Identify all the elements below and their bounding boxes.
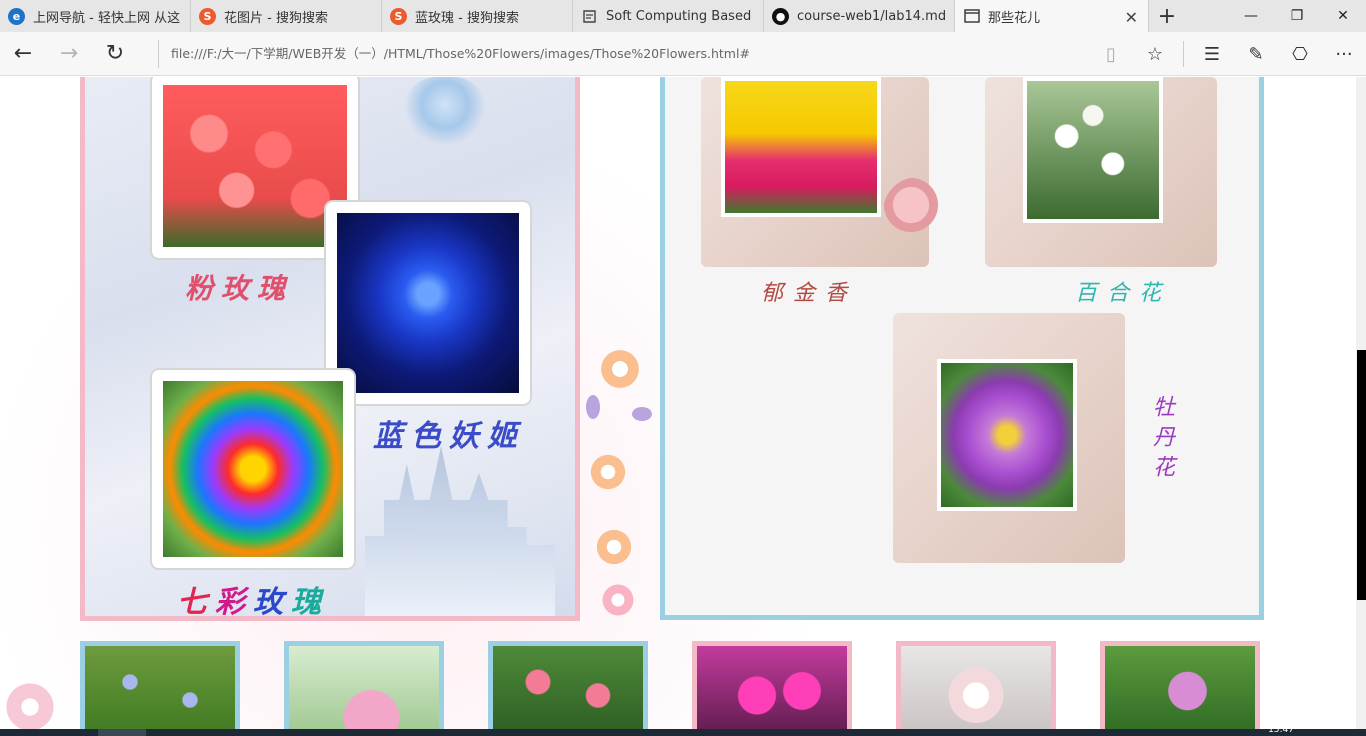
tab-those-flowers[interactable]: 那些花儿 ✕ — [955, 0, 1149, 32]
left-rose-panel: 粉玫瑰 蓝色妖姬 七彩玫瑰 — [80, 77, 580, 621]
close-window-button[interactable]: ✕ — [1320, 0, 1366, 32]
reading-view-icon[interactable]: ▯ — [1089, 32, 1133, 76]
taskbar-clock: 15:47 — [1268, 725, 1294, 735]
os-taskbar: 15:47 — [0, 725, 1366, 736]
decor-flower — [588, 452, 628, 492]
favorite-star-icon[interactable]: ☆ — [1133, 32, 1177, 76]
page-icon — [963, 8, 980, 25]
new-tab-button[interactable]: + — [1149, 0, 1185, 32]
rainbow-rose-label: 七彩玫瑰 — [177, 577, 329, 620]
web-note-icon[interactable]: ✎ — [1234, 32, 1278, 76]
rose-ribbon-decoration — [883, 177, 953, 247]
blue-rose-photo — [329, 205, 527, 401]
forward-button[interactable]: → — [46, 32, 92, 76]
address-bar[interactable]: file:///F:/大一/下学期/WEB开发（一）/HTML/Those%20… — [158, 40, 1098, 68]
tab-flower-images[interactable]: S 花图片 - 搜狗搜索 — [191, 0, 382, 32]
taskbar-active-app[interactable] — [98, 729, 146, 736]
rainbow-char: 瑰 — [291, 585, 329, 620]
tab-label: Soft Computing Based Fin — [606, 8, 755, 24]
thumb-forget-me-not[interactable] — [80, 641, 240, 729]
decor-flower — [598, 347, 642, 391]
edge-icon: e — [8, 7, 25, 25]
vertical-scrollbar[interactable] — [1356, 77, 1366, 729]
scrollbar-thumb[interactable] — [1357, 350, 1366, 600]
pink-rose-label: 粉玫瑰 — [185, 272, 294, 305]
window-controls: — ❐ ✕ — [1228, 0, 1366, 32]
lily-frame — [985, 77, 1217, 267]
decor-petal — [586, 395, 600, 419]
pink-rose-photo — [155, 77, 355, 255]
decor-flower — [594, 527, 634, 567]
tab-hao-nav[interactable]: e 上网导航 - 轻快上网 从这 — [0, 0, 191, 32]
peony-frame — [893, 313, 1125, 563]
minimize-button[interactable]: — — [1228, 0, 1274, 32]
tulip-label: 郁金香 — [761, 281, 858, 306]
decor-flower — [600, 582, 636, 618]
tab-label: 那些花儿 — [988, 10, 1041, 26]
github-icon: ● — [772, 7, 789, 25]
sogou-icon: S — [390, 7, 407, 25]
tab-label: 蓝玫瑰 - 搜狗搜索 — [415, 10, 519, 26]
sogou-icon: S — [199, 7, 216, 25]
tab-label: 上网导航 - 轻快上网 从这 — [33, 10, 181, 26]
toolbar-divider — [1183, 41, 1184, 67]
tab-strip: e 上网导航 - 轻快上网 从这 S 花图片 - 搜狗搜索 S 蓝玫瑰 - 搜狗… — [0, 0, 1366, 32]
tab-soft-computing[interactable]: Soft Computing Based Fin — [573, 0, 764, 32]
lily-photo — [1023, 77, 1163, 223]
rainbow-rose-photo — [155, 373, 351, 565]
decor-flower — [0, 677, 60, 729]
thumb-crape-myrtle[interactable] — [1100, 641, 1260, 729]
tab-blue-rose[interactable]: S 蓝玫瑰 - 搜狗搜索 — [382, 0, 573, 32]
share-icon[interactable]: ⎔ — [1278, 32, 1322, 76]
tab-label: 花图片 - 搜狗搜索 — [224, 10, 328, 26]
rainbow-char: 玫 — [253, 585, 291, 620]
blue-rose-label: 蓝色妖姬 — [373, 419, 525, 454]
castle-illustration — [365, 446, 555, 616]
rainbow-char: 彩 — [215, 585, 253, 620]
decor-petal — [632, 407, 652, 421]
close-tab-icon[interactable]: ✕ — [1125, 8, 1138, 27]
thumbnail-row — [80, 641, 1264, 729]
page-viewport: 粉玫瑰 蓝色妖姬 七彩玫瑰 郁金香 百合花 牡丹花 — [0, 77, 1356, 729]
back-button[interactable]: ← — [0, 32, 46, 76]
refresh-button[interactable]: ↻ — [92, 32, 138, 76]
restore-button[interactable]: ❐ — [1274, 0, 1320, 32]
browser-toolbar: ← → ↻ file:///F:/大一/下学期/WEB开发（一）/HTML/Th… — [0, 32, 1366, 76]
tulip-photo — [721, 77, 881, 217]
rainbow-char: 七 — [177, 585, 215, 620]
fairy-illustration — [405, 77, 485, 147]
peony-photo — [937, 359, 1077, 511]
toolbar-actions: ▯ ☆ ☰ ✎ ⎔ ··· — [1089, 32, 1366, 76]
more-icon[interactable]: ··· — [1322, 32, 1366, 76]
peony-label: 牡丹花 — [1149, 395, 1174, 485]
thumb-cherry-blossom[interactable] — [896, 641, 1056, 729]
thumb-orchid[interactable] — [692, 641, 852, 729]
lily-label: 百合花 — [1075, 281, 1172, 306]
thumb-rose-bush[interactable] — [488, 641, 648, 729]
tab-github-lab14[interactable]: ● course-web1/lab14.md at — [764, 0, 955, 32]
document-icon — [581, 8, 598, 25]
thumb-hyacinth[interactable] — [284, 641, 444, 729]
right-flower-panel: 郁金香 百合花 牡丹花 — [660, 77, 1264, 620]
hub-icon[interactable]: ☰ — [1190, 32, 1234, 76]
tab-label: course-web1/lab14.md at — [797, 8, 946, 24]
